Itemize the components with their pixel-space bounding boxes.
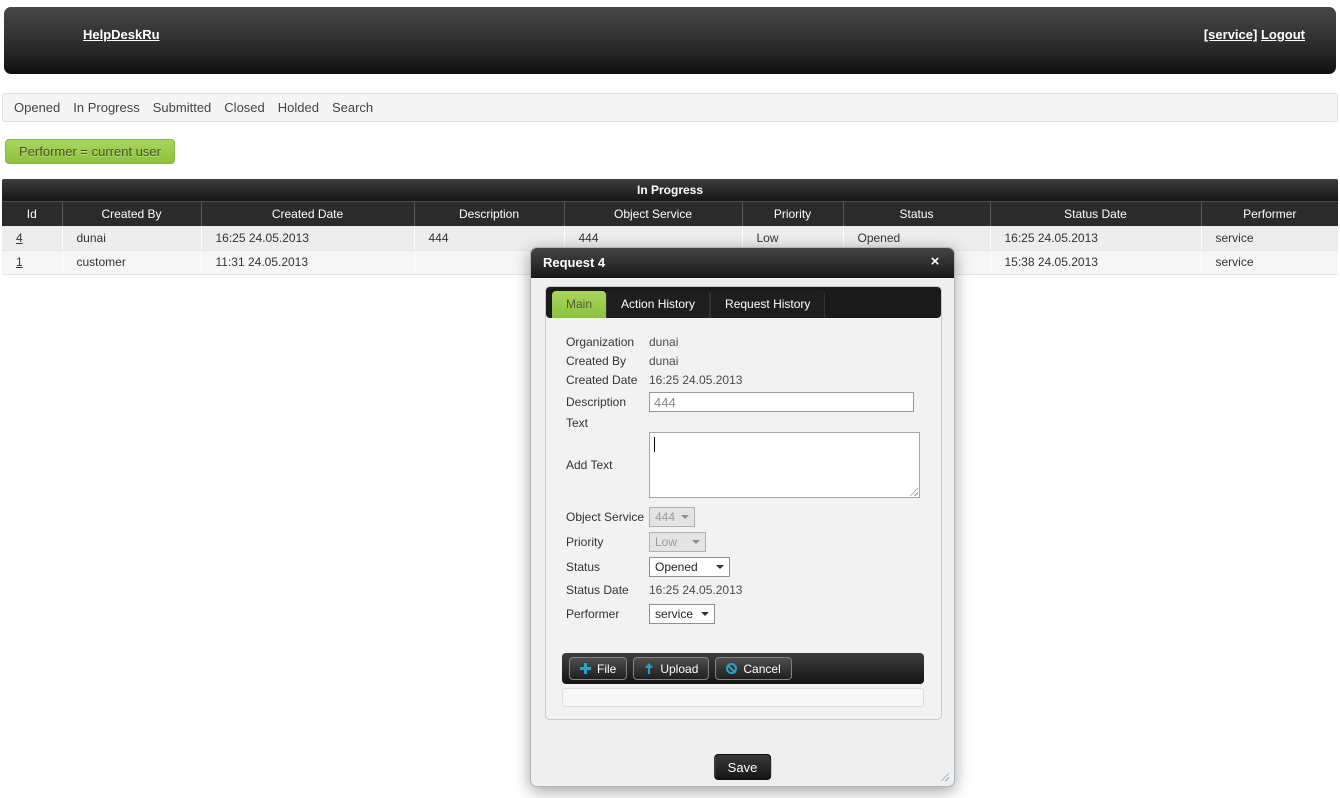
text-label: Text bbox=[566, 416, 589, 430]
col-header-status-date: Status Date bbox=[989, 202, 1201, 226]
priority-value: Low bbox=[655, 534, 678, 549]
cell-status-date: 16:25 24.05.2013 bbox=[989, 226, 1201, 251]
add-text-textarea[interactable] bbox=[649, 432, 920, 498]
cell-status-date: 15:38 24.05.2013 bbox=[989, 250, 1201, 275]
organization-value: dunai bbox=[649, 334, 679, 349]
created-by-label: Created By bbox=[566, 353, 627, 368]
status-value: Opened bbox=[655, 559, 698, 574]
plus-icon bbox=[580, 663, 591, 674]
table-header-row: Id Created By Created Date Description O… bbox=[2, 202, 1338, 226]
current-user-link[interactable]: [service] bbox=[1204, 27, 1257, 42]
description-input[interactable] bbox=[649, 392, 914, 412]
textarea-resize-grip[interactable] bbox=[908, 486, 918, 496]
request-id-link[interactable]: 4 bbox=[16, 231, 23, 245]
cell-created-date: 11:31 24.05.2013 bbox=[200, 250, 414, 275]
dialog-title: Request 4 bbox=[543, 255, 606, 270]
priority-select: Low bbox=[649, 531, 706, 552]
dialog-resize-grip[interactable] bbox=[938, 770, 949, 781]
col-header-id: Id bbox=[2, 202, 62, 226]
col-header-performer: Performer bbox=[1200, 202, 1338, 226]
performer-value: service bbox=[655, 606, 694, 621]
performer-select[interactable]: service bbox=[649, 603, 715, 624]
upload-toolbar: File Upload Cancel bbox=[562, 653, 924, 684]
chevron-down-icon bbox=[692, 539, 700, 544]
cell-created-by: customer bbox=[61, 250, 201, 275]
text-caret bbox=[654, 437, 655, 452]
cell-performer: service bbox=[1200, 226, 1338, 251]
chevron-down-icon bbox=[701, 611, 709, 616]
object-service-value: 444 bbox=[655, 509, 676, 524]
priority-label: Priority bbox=[566, 534, 604, 549]
description-label: Description bbox=[566, 395, 627, 409]
col-header-object-service: Object Service bbox=[563, 202, 742, 226]
object-service-select: 444 bbox=[649, 506, 695, 527]
col-header-description: Description bbox=[413, 202, 564, 226]
upload-arrow-icon bbox=[644, 663, 654, 674]
performer-label: Performer bbox=[566, 606, 620, 621]
dialog-tab-panel: Main Action History Request History Orga… bbox=[545, 286, 942, 720]
add-file-button[interactable]: File bbox=[569, 657, 628, 680]
dialog-titlebar[interactable]: Request 4 × bbox=[531, 248, 954, 278]
request-dialog: Request 4 × Main Action History Request … bbox=[530, 247, 955, 787]
nav-item-search[interactable]: Search bbox=[332, 100, 373, 115]
chevron-down-icon bbox=[681, 514, 689, 519]
organization-label: Organization bbox=[566, 334, 635, 349]
col-header-created-by: Created By bbox=[61, 202, 201, 226]
created-date-label: Created Date bbox=[566, 373, 638, 387]
close-icon[interactable]: × bbox=[926, 253, 944, 271]
col-header-priority: Priority bbox=[741, 202, 843, 226]
brand-link[interactable]: HelpDeskRu bbox=[83, 27, 160, 42]
table-title: In Progress bbox=[2, 179, 1338, 202]
nav-item-in-progress[interactable]: In Progress bbox=[73, 100, 139, 115]
status-date-value: 16:25 24.05.2013 bbox=[649, 583, 743, 597]
status-date-label: Status Date bbox=[566, 583, 629, 597]
object-service-label: Object Service bbox=[566, 509, 645, 524]
chevron-down-icon bbox=[716, 564, 724, 569]
upload-button[interactable]: Upload bbox=[633, 657, 710, 680]
tab-action-history[interactable]: Action History bbox=[606, 291, 711, 318]
performer-filter-button[interactable]: Performer = current user bbox=[5, 139, 175, 164]
cancel-upload-button[interactable]: Cancel bbox=[715, 657, 792, 680]
app-header: HelpDeskRu [service] Logout bbox=[4, 7, 1336, 74]
add-text-label: Add Text bbox=[566, 458, 613, 472]
tab-request-history[interactable]: Request History bbox=[710, 291, 826, 318]
save-button[interactable]: Save bbox=[713, 754, 772, 780]
upload-label: Upload bbox=[660, 661, 699, 676]
cell-performer: service bbox=[1200, 250, 1338, 275]
status-label: Status bbox=[566, 559, 601, 574]
col-header-status: Status bbox=[842, 202, 990, 226]
tab-main[interactable]: Main bbox=[552, 291, 607, 318]
add-file-label: File bbox=[597, 661, 617, 676]
dialog-tabbar: Main Action History Request History bbox=[546, 287, 941, 318]
created-by-value: dunai bbox=[649, 353, 679, 368]
created-date-value: 16:25 24.05.2013 bbox=[649, 373, 743, 387]
cancel-label: Cancel bbox=[743, 661, 781, 676]
status-select[interactable]: Opened bbox=[649, 556, 730, 577]
request-id-link[interactable]: 1 bbox=[16, 255, 23, 269]
nav-item-holded[interactable]: Holded bbox=[278, 100, 319, 115]
nav-item-opened[interactable]: Opened bbox=[14, 100, 60, 115]
nav-item-submitted[interactable]: Submitted bbox=[153, 100, 212, 115]
nav-item-closed[interactable]: Closed bbox=[224, 100, 264, 115]
ban-icon bbox=[726, 663, 738, 674]
logout-link[interactable]: Logout bbox=[1261, 27, 1305, 42]
session-links: [service] Logout bbox=[1204, 27, 1305, 42]
col-header-created-date: Created Date bbox=[200, 202, 414, 226]
cell-created-by: dunai bbox=[61, 226, 201, 251]
cell-created-date: 16:25 24.05.2013 bbox=[200, 226, 414, 251]
main-nav: Opened In Progress Submitted Closed Hold… bbox=[2, 93, 1338, 122]
file-list-area bbox=[562, 688, 924, 707]
request-form: Organization dunai Created By dunai Crea… bbox=[546, 318, 941, 626]
